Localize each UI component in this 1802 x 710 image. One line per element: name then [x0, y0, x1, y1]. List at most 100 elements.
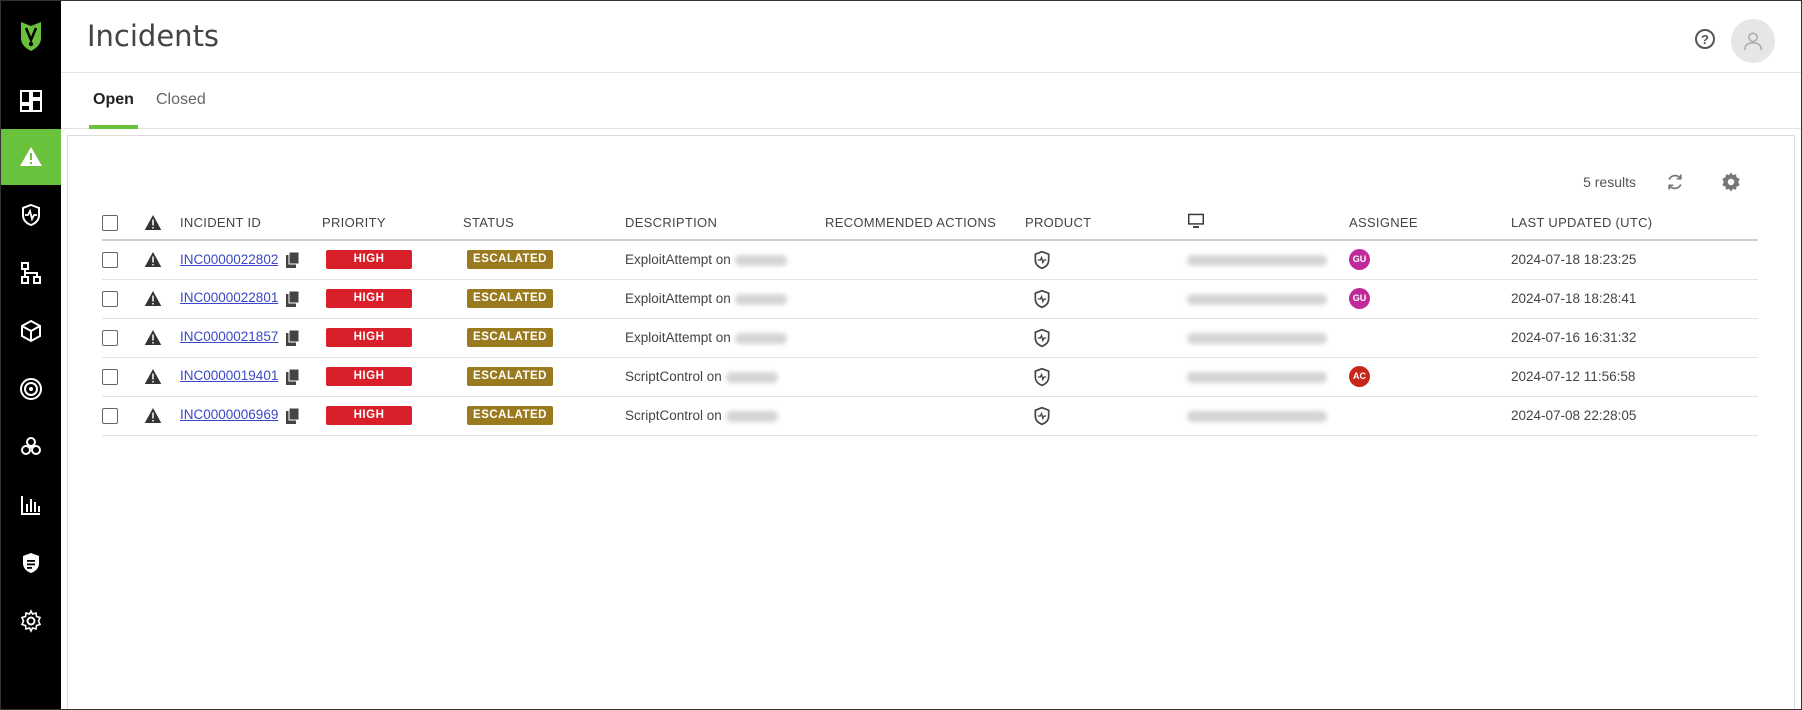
table-row[interactable]: INC0000019401 HIGH ESCALATED ScriptContr…	[102, 357, 1758, 397]
sidebar-item-incidents[interactable]	[1, 129, 61, 185]
recommended-actions-cell	[825, 318, 1025, 358]
page-title: Incidents	[87, 19, 220, 53]
table-settings-icon[interactable]	[1720, 171, 1742, 193]
tab-open[interactable]: Open	[89, 91, 138, 129]
recommended-actions-cell	[825, 240, 1025, 280]
sidebar-item-protection[interactable]	[1, 187, 61, 243]
redacted-hostname	[734, 255, 787, 267]
incident-id-link[interactable]: INC0000022802	[180, 252, 278, 267]
table-row[interactable]: INC0000022801 HIGH ESCALATED ExploitAtte…	[102, 279, 1758, 319]
last-updated-cell: 2024-07-12 11:56:58	[1511, 357, 1758, 397]
sidebar-item-network[interactable]	[1, 245, 61, 301]
status-badge: ESCALATED	[467, 289, 553, 308]
app-window: Incidents ? Open Closed 5 results INCIDE…	[0, 0, 1802, 710]
user-icon	[1744, 32, 1762, 51]
refresh-icon[interactable]	[1665, 172, 1685, 192]
redacted-hostname	[734, 293, 787, 305]
row-checkbox[interactable]	[102, 251, 118, 268]
alert-triangle-icon	[144, 215, 162, 231]
results-count: 5 results	[1583, 174, 1636, 190]
table-row[interactable]: INC0000022802 HIGH ESCALATED ExploitAtte…	[102, 240, 1758, 280]
sidebar-item-dashboard[interactable]	[1, 73, 61, 129]
status-badge: ESCALATED	[467, 250, 553, 270]
description-text: ScriptControl on	[625, 408, 722, 423]
recommended-actions-cell	[825, 279, 1025, 319]
alert-triangle-icon	[144, 408, 162, 423]
incident-id-link[interactable]: INC0000022801	[180, 290, 278, 305]
copy-icon[interactable]	[286, 407, 300, 424]
col-product[interactable]: PRODUCT	[1025, 206, 1187, 241]
product-shield-icon	[1034, 328, 1050, 347]
status-badge: ESCALATED	[467, 328, 553, 347]
network-icon	[21, 262, 41, 284]
redacted-hostname	[725, 410, 778, 422]
sidebar-item-threats[interactable]	[1, 419, 61, 475]
user-avatar[interactable]	[1731, 19, 1775, 63]
col-status[interactable]: STATUS	[463, 206, 625, 241]
copy-icon[interactable]	[286, 290, 300, 307]
alert-triangle-icon	[20, 147, 42, 166]
last-updated-cell: 2024-07-08 22:28:05	[1511, 396, 1758, 436]
sidebar-item-reports[interactable]	[1, 477, 61, 533]
bar-chart-icon	[21, 496, 40, 515]
description-text: ExploitAttempt on	[625, 330, 731, 345]
sidebar-item-targets[interactable]	[1, 361, 61, 417]
shield-pulse-icon	[22, 203, 40, 227]
last-updated-cell: 2024-07-18 18:28:41	[1511, 279, 1758, 319]
copy-icon[interactable]	[286, 329, 300, 346]
alert-triangle-icon	[144, 369, 162, 384]
col-assignee[interactable]: ASSIGNEE	[1349, 206, 1511, 241]
alert-triangle-icon	[144, 252, 162, 268]
col-priority[interactable]: PRIORITY	[322, 206, 463, 241]
priority-badge: HIGH	[326, 289, 412, 308]
header: Incidents ?	[61, 1, 1801, 73]
priority-badge: HIGH	[326, 406, 412, 425]
alert-triangle-icon	[144, 291, 162, 306]
status-badge: ESCALATED	[467, 406, 553, 425]
col-last-updated[interactable]: LAST UPDATED (UTC)	[1511, 206, 1758, 241]
table-row[interactable]: INC0000021857 HIGH ESCALATED ExploitAtte…	[102, 318, 1758, 358]
table-body: INC0000022802 HIGH ESCALATED ExploitAtte…	[102, 240, 1758, 436]
priority-badge: HIGH	[326, 250, 412, 270]
device-monitor-icon	[1188, 213, 1204, 228]
sidebar-item-assets[interactable]	[1, 303, 61, 359]
tab-bar: Open Closed	[61, 73, 1801, 129]
incident-id-link[interactable]: INC0000006969	[180, 407, 278, 422]
redacted-device	[1187, 293, 1327, 305]
row-checkbox[interactable]	[102, 329, 118, 346]
col-device[interactable]	[1187, 206, 1349, 241]
alert-triangle-icon	[144, 330, 162, 345]
assignee-avatar[interactable]: GU	[1349, 249, 1370, 271]
sidebar	[1, 1, 61, 709]
col-description[interactable]: DESCRIPTION	[625, 206, 825, 241]
sidebar-item-policies[interactable]	[1, 535, 61, 591]
table-header-row: INCIDENT ID PRIORITY STATUS DESCRIPTION …	[102, 206, 1758, 241]
assignee-avatar[interactable]: AC	[1349, 366, 1370, 387]
redacted-device	[1187, 255, 1327, 267]
incidents-table: INCIDENT ID PRIORITY STATUS DESCRIPTION …	[102, 206, 1758, 436]
copy-icon[interactable]	[286, 251, 300, 268]
sidebar-item-settings[interactable]	[1, 593, 61, 649]
status-badge: ESCALATED	[467, 367, 553, 386]
incident-id-link[interactable]: INC0000019401	[180, 368, 278, 383]
biohazard-icon	[21, 437, 41, 455]
description-text: ExploitAttempt on	[625, 291, 731, 306]
tab-closed[interactable]: Closed	[156, 91, 206, 129]
description-text: ScriptControl on	[625, 369, 722, 384]
help-icon[interactable]: ?	[1695, 29, 1715, 49]
target-icon	[20, 378, 42, 400]
redacted-device	[1187, 371, 1327, 383]
col-incident-id[interactable]: INCIDENT ID	[180, 206, 322, 241]
incidents-card: 5 results INCIDENT ID PRIORITY STATUS DE…	[67, 135, 1795, 709]
row-checkbox[interactable]	[102, 407, 118, 424]
row-checkbox[interactable]	[102, 368, 118, 385]
incident-id-link[interactable]: INC0000021857	[180, 329, 278, 344]
product-shield-icon	[1034, 406, 1050, 425]
copy-icon[interactable]	[286, 368, 300, 385]
select-all-checkbox[interactable]	[102, 214, 118, 231]
shield-logo-icon[interactable]	[1, 11, 61, 61]
assignee-avatar[interactable]: GU	[1349, 288, 1370, 309]
table-row[interactable]: INC0000006969 HIGH ESCALATED ScriptContr…	[102, 396, 1758, 436]
col-recommended-actions[interactable]: RECOMMENDED ACTIONS	[825, 206, 1025, 241]
row-checkbox[interactable]	[102, 290, 118, 307]
